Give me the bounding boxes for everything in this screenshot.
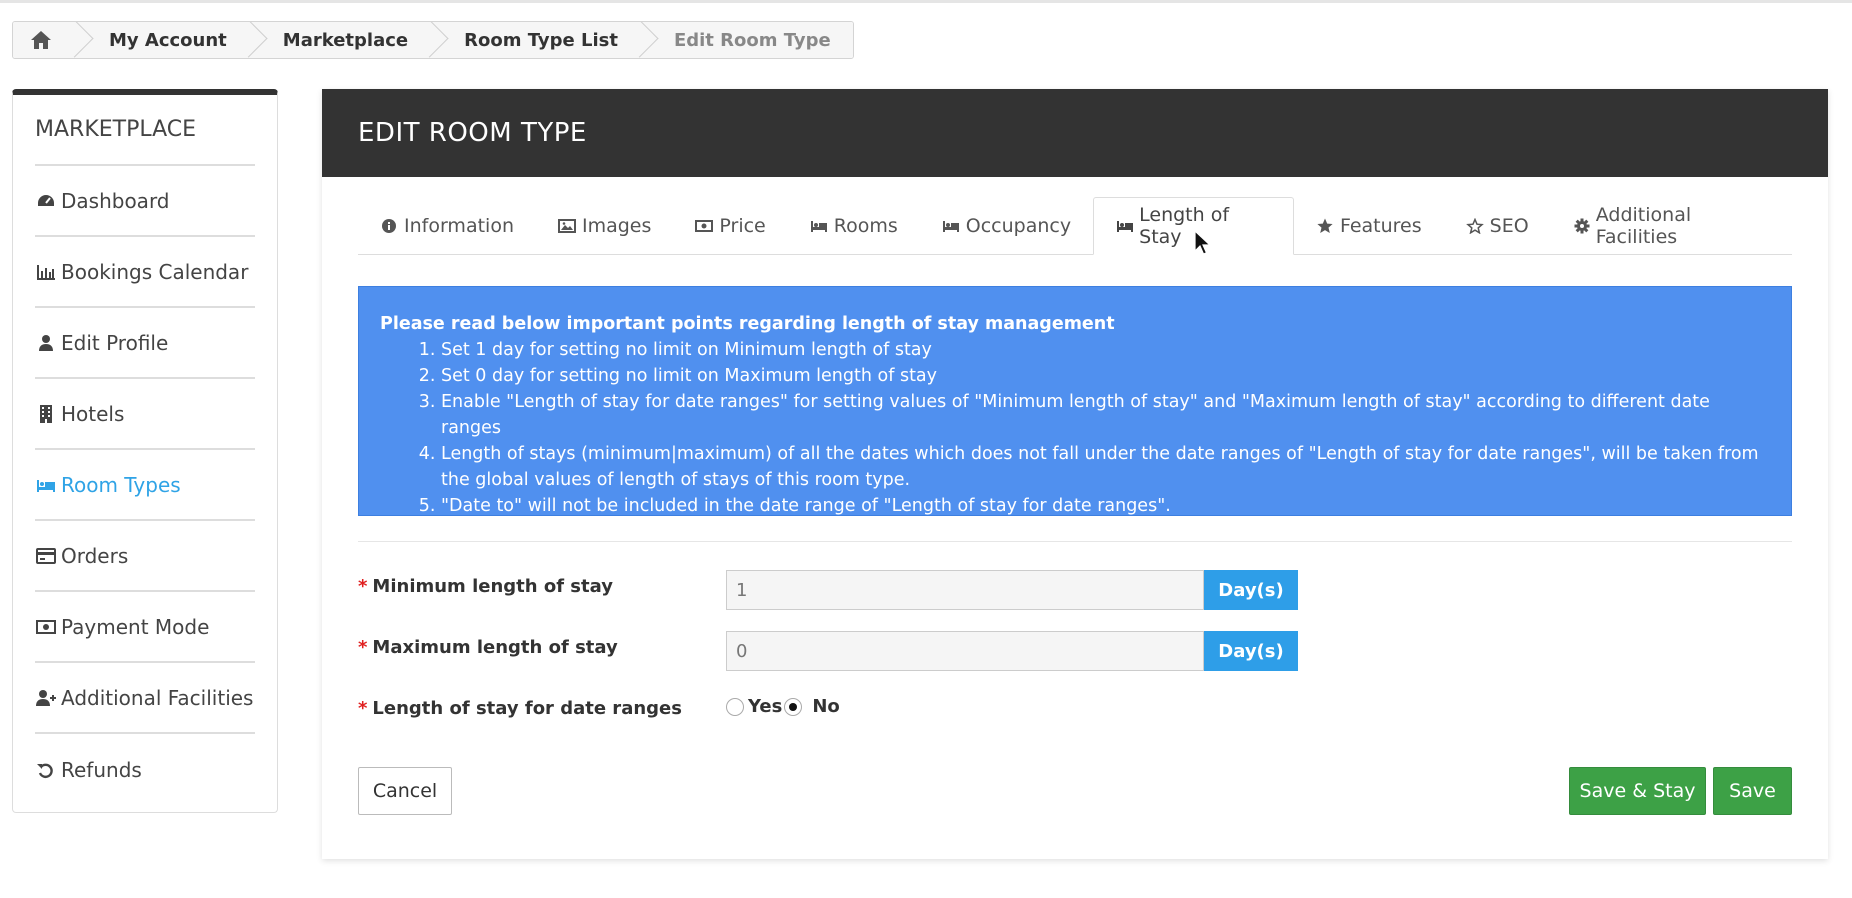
min-stay-input[interactable] bbox=[726, 570, 1204, 610]
sidebar-item-label: Dashboard bbox=[61, 188, 170, 213]
sidebar-title: MARKETPLACE bbox=[35, 95, 255, 166]
tab-features[interactable]: Features bbox=[1294, 197, 1444, 254]
sidebar-item-label: Additional Facilities bbox=[61, 685, 254, 710]
info-alert: Please read below important points regar… bbox=[358, 286, 1792, 516]
list-item: Enable "Length of stay for date ranges" … bbox=[441, 389, 1770, 441]
date-ranges-yes-radio[interactable] bbox=[726, 697, 744, 716]
bed-icon bbox=[810, 218, 830, 234]
tab-information[interactable]: Information bbox=[358, 197, 536, 254]
date-ranges-yes-label[interactable]: Yes bbox=[748, 696, 782, 717]
info-alert-title: Please read below important points regar… bbox=[380, 314, 1115, 334]
breadcrumb-current: Edit Room Type bbox=[639, 22, 853, 58]
user-plus-icon bbox=[35, 689, 57, 707]
sidebar-item-refunds[interactable]: Refunds bbox=[35, 734, 255, 805]
save-and-stay-button[interactable]: Save & Stay bbox=[1569, 767, 1706, 815]
tab-images[interactable]: Images bbox=[536, 197, 673, 254]
list-item: Set 0 day for setting no limit on Maximu… bbox=[441, 363, 1770, 389]
sidebar-item-room-types[interactable]: Room Types bbox=[35, 450, 255, 521]
breadcrumb: My Account Marketplace Room Type List Ed… bbox=[12, 21, 854, 59]
sidebar-item-label: Bookings Calendar bbox=[61, 259, 249, 284]
date-ranges-no-label[interactable]: No bbox=[812, 696, 839, 717]
date-ranges-label: * Length of stay for date ranges bbox=[358, 698, 682, 719]
top-divider bbox=[0, 0, 1852, 3]
user-icon bbox=[35, 334, 57, 352]
bar-chart-icon bbox=[35, 263, 57, 281]
tab-bar: Information Images Price Rooms Occupancy… bbox=[358, 197, 1792, 255]
sidebar-item-label: Hotels bbox=[61, 401, 125, 426]
sidebar-item-label: Orders bbox=[61, 543, 129, 568]
star-icon bbox=[1316, 218, 1336, 234]
image-icon bbox=[557, 218, 578, 234]
tab-occupancy[interactable]: Occupancy bbox=[920, 197, 1093, 254]
breadcrumb-marketplace[interactable]: Marketplace bbox=[248, 22, 431, 58]
sidebar-item-hotels[interactable]: Hotels bbox=[35, 379, 255, 450]
min-stay-label: * Minimum length of stay bbox=[358, 576, 613, 597]
tab-seo[interactable]: SEO bbox=[1444, 197, 1551, 254]
info-alert-list: Set 1 day for setting no limit on Minimu… bbox=[380, 337, 1770, 519]
building-icon bbox=[35, 404, 57, 423]
max-stay-row: *Maximum length of stay Day(s) bbox=[358, 631, 1792, 671]
bed-icon bbox=[1116, 218, 1135, 234]
tab-additional-facilities[interactable]: Additional Facilities bbox=[1551, 197, 1792, 254]
max-stay-input[interactable] bbox=[726, 631, 1204, 671]
breadcrumb-home[interactable] bbox=[13, 22, 75, 58]
tab-rooms[interactable]: Rooms bbox=[788, 197, 920, 254]
credit-card-icon bbox=[35, 547, 57, 565]
money-icon bbox=[35, 618, 57, 636]
min-stay-unit-addon: Day(s) bbox=[1204, 570, 1298, 610]
sidebar-item-label: Refunds bbox=[61, 757, 142, 782]
sidebar-item-label: Room Types bbox=[61, 472, 181, 497]
info-circle-icon bbox=[380, 218, 400, 234]
list-item: Length of stays (minimum|maximum) of all… bbox=[441, 441, 1770, 493]
tab-price[interactable]: Price bbox=[673, 197, 787, 254]
max-stay-unit-addon: Day(s) bbox=[1204, 631, 1298, 671]
home-icon bbox=[31, 31, 51, 49]
sidebar-item-orders[interactable]: Orders bbox=[35, 521, 255, 592]
cancel-button[interactable]: Cancel bbox=[358, 767, 452, 815]
page-title: EDIT ROOM TYPE bbox=[322, 89, 1828, 177]
breadcrumb-my-account[interactable]: My Account bbox=[75, 22, 249, 58]
form-divider bbox=[358, 541, 1792, 542]
money-icon bbox=[695, 218, 715, 234]
bed-icon bbox=[942, 218, 962, 234]
dashboard-icon bbox=[35, 192, 57, 210]
list-item: "Date to" will not be included in the da… bbox=[441, 493, 1770, 519]
min-stay-row: *Minimum length of stay Day(s) bbox=[358, 570, 1792, 610]
sidebar-item-label: Payment Mode bbox=[61, 614, 210, 639]
mouse-cursor-icon bbox=[1194, 230, 1212, 255]
sidebar-item-dashboard[interactable]: Dashboard bbox=[35, 166, 255, 237]
edit-room-type-panel: EDIT ROOM TYPE Information Images Price … bbox=[322, 89, 1828, 859]
undo-icon bbox=[35, 761, 57, 779]
date-ranges-no-radio[interactable] bbox=[784, 697, 803, 716]
gear-icon bbox=[1573, 218, 1592, 234]
max-stay-label: * Maximum length of stay bbox=[358, 637, 618, 658]
sidebar-item-additional-facilities[interactable]: Additional Facilities bbox=[35, 663, 255, 734]
date-ranges-row: * Length of stay for date ranges Yes No bbox=[358, 692, 1792, 732]
date-ranges-radio-group: Yes No bbox=[726, 696, 840, 717]
sidebar: MARKETPLACE Dashboard Bookings Calendar … bbox=[12, 89, 278, 813]
star-outline-icon bbox=[1465, 217, 1486, 234]
list-item: Set 1 day for setting no limit on Minimu… bbox=[441, 337, 1770, 363]
bed-icon bbox=[35, 476, 57, 494]
save-button[interactable]: Save bbox=[1713, 767, 1792, 815]
sidebar-item-bookings-calendar[interactable]: Bookings Calendar bbox=[35, 237, 255, 308]
breadcrumb-room-type-list[interactable]: Room Type List bbox=[430, 22, 640, 58]
sidebar-item-edit-profile[interactable]: Edit Profile bbox=[35, 308, 255, 379]
sidebar-item-payment-mode[interactable]: Payment Mode bbox=[35, 592, 255, 663]
sidebar-item-label: Edit Profile bbox=[61, 330, 169, 355]
